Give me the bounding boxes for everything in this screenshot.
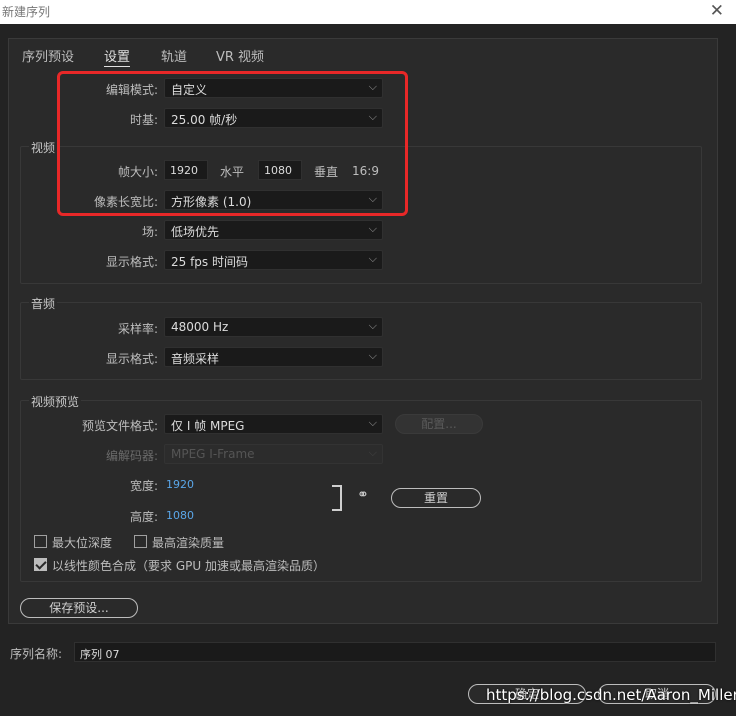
codec-value: MPEG I-Frame — [171, 447, 255, 461]
max-bit-depth-checkbox[interactable] — [34, 535, 47, 548]
preview-height-value[interactable]: 1080 — [166, 509, 194, 522]
chevron-down-icon: ⌵ — [368, 416, 377, 429]
video-section-title: 视频 — [29, 139, 58, 156]
max-render-quality-label: 最高渲染质量 — [152, 536, 225, 550]
watermark-text: https://blog.csdn.net/Aaron_Miller — [486, 686, 736, 704]
tab-settings[interactable]: 设置 — [104, 46, 131, 67]
window-title: 新建序列 — [2, 5, 51, 19]
field-value: 低场优先 — [171, 225, 220, 239]
video-preview-section-title: 视频预览 — [29, 393, 82, 410]
configure-button[interactable]: 配置... — [395, 414, 483, 434]
link-icon[interactable]: ⚭ — [357, 487, 369, 503]
preview-width-label: 宽度: — [129, 479, 158, 493]
codec-label: 编解码器: — [105, 449, 158, 463]
chevron-down-icon: ⌵ — [368, 252, 377, 265]
linear-color-checkbox[interactable] — [34, 558, 47, 571]
save-preset-button[interactable]: 保存预设... — [20, 598, 138, 618]
close-icon[interactable]: ✕ — [710, 1, 724, 21]
preview-width-value[interactable]: 1920 — [166, 478, 194, 491]
audio-section-title: 音频 — [29, 295, 58, 312]
title-bar: 新建序列 ✕ — [0, 0, 736, 24]
field-dropdown[interactable]: 低场优先 ⌵ — [164, 220, 383, 240]
field-label: 场: — [141, 225, 158, 239]
video-display-format-dropdown[interactable]: 25 fps 时间码 ⌵ — [164, 250, 383, 270]
tab-tracks[interactable]: 轨道 — [161, 46, 187, 65]
max-render-quality-checkbox[interactable] — [134, 535, 147, 548]
codec-dropdown[interactable]: MPEG I-Frame ⌵ — [164, 444, 383, 464]
sequence-name-label: 序列名称: — [10, 647, 63, 661]
preview-height-label: 高度: — [129, 510, 158, 524]
chevron-down-icon: ⌵ — [368, 222, 377, 235]
preview-file-format-dropdown[interactable]: 仅 I 帧 MPEG ⌵ — [164, 414, 383, 434]
sample-rate-label: 采样率: — [117, 322, 158, 336]
sequence-name-input[interactable]: 序列 07 — [74, 642, 716, 662]
chevron-down-icon: ⌵ — [368, 446, 377, 459]
linear-color-label: 以线性颜色合成（要求 GPU 加速或最高渲染品质） — [52, 559, 325, 573]
tab-vr-video[interactable]: VR 视频 — [216, 46, 264, 65]
tab-sequence-presets[interactable]: 序列预设 — [22, 46, 74, 65]
preview-file-format-label: 预览文件格式: — [81, 419, 158, 433]
highlight-box — [57, 71, 408, 216]
audio-display-format-label: 显示格式: — [105, 352, 158, 366]
chevron-down-icon: ⌵ — [368, 319, 377, 332]
chevron-down-icon: ⌵ — [368, 349, 377, 362]
video-display-format-value: 25 fps 时间码 — [171, 255, 248, 269]
sample-rate-value: 48000 Hz — [171, 320, 229, 334]
preview-file-format-value: 仅 I 帧 MPEG — [171, 419, 245, 433]
audio-section — [20, 302, 702, 380]
bracket-icon — [332, 485, 342, 511]
sample-rate-dropdown[interactable]: 48000 Hz ⌵ — [164, 317, 383, 337]
video-display-format-label: 显示格式: — [105, 255, 158, 269]
max-bit-depth-label: 最大位深度 — [52, 536, 113, 550]
audio-display-format-value: 音频采样 — [171, 352, 220, 366]
audio-display-format-dropdown[interactable]: 音频采样 ⌵ — [164, 347, 383, 367]
reset-button[interactable]: 重置 — [391, 488, 481, 508]
